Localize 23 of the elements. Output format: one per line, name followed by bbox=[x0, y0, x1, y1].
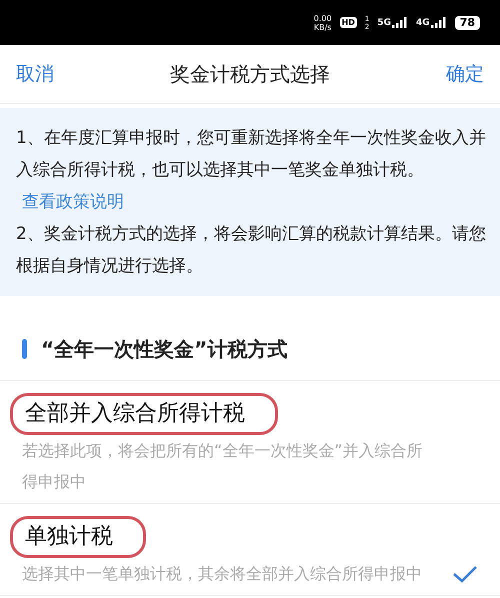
notice-text: 2、奖金计税方式的选择，将会影响汇算的税款计算结果。请您根据自身情况进行选择。 bbox=[16, 223, 486, 278]
signal-icon bbox=[392, 17, 408, 28]
cancel-button[interactable]: 取消 bbox=[16, 61, 54, 87]
option-title: 全部并入综合所得计税 bbox=[10, 393, 278, 435]
network-label: 4G bbox=[416, 19, 430, 28]
checkmark-icon bbox=[452, 564, 478, 584]
hd-badge: HD bbox=[340, 17, 357, 28]
confirm-button[interactable]: 确定 bbox=[446, 61, 484, 87]
option-description: 若选择此项，将会把所有的“全年一次性奖金”并入综合所得申报中 bbox=[22, 440, 424, 493]
page-title: 奖金计税方式选择 bbox=[170, 60, 330, 88]
option-item[interactable]: 全部并入综合所得计税 若选择此项，将会把所有的“全年一次性奖金”并入综合所得申报中 bbox=[0, 381, 500, 504]
option-description: 选择其中一笔单独计税，其余将全部并入综合所得申报中 bbox=[22, 563, 423, 585]
policy-link[interactable]: 查看政策说明 bbox=[22, 192, 124, 212]
section-title: “全年一次性奖金”计税方式 bbox=[41, 336, 288, 362]
signal-icon bbox=[430, 17, 447, 28]
section-marker bbox=[22, 339, 27, 359]
network-speed: 0.00 bbox=[314, 14, 332, 22]
option-item[interactable]: 单独计税 选择其中一笔单独计税，其余将全部并入综合所得申报中 bbox=[0, 504, 500, 596]
option-title: 单独计税 bbox=[10, 516, 146, 558]
battery-indicator: 78 bbox=[454, 16, 480, 30]
notice-text: 1、在年度汇算申报时，您可重新选择将全年一次性奖金收入并入综合所得计税，也可以选择其中一笔奖金单独计税。 查看政策说明 bbox=[16, 127, 486, 214]
network-label: 5G bbox=[377, 19, 392, 28]
speed-unit: KB/s bbox=[314, 22, 332, 32]
